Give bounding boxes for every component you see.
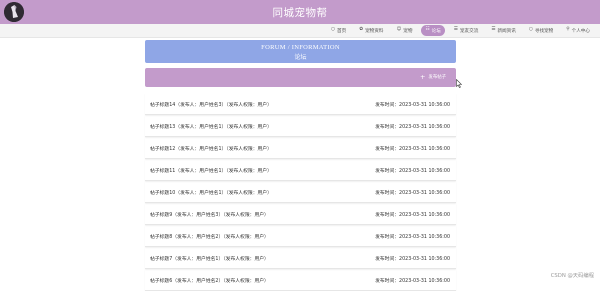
- nav-item-label: 论坛: [431, 28, 441, 34]
- nav-list: ○ 首页 ✿ 宠物资料 ☺ 宠物 ☷ 论坛 ☰ 宠友交流 ☰ 新闻资讯 ○ 寻找宠物 ⚲ 个人中心: [327, 25, 594, 36]
- nav-item-label: 宠友交流: [459, 28, 479, 34]
- post-title[interactable]: 帖子标题14（发布人：用户姓名3）（发布人权限：用户）: [150, 101, 272, 108]
- post-time: 发布时间：2023-03-31 10:36:00: [375, 169, 450, 174]
- nav-item-5[interactable]: ☰ 新闻资讯: [487, 25, 520, 36]
- page-title-en: FORUM / INFORMATION: [261, 44, 340, 51]
- page-title-cn: 论坛: [294, 55, 307, 61]
- post-time: 发布时间：2023-03-31 10:36:00: [375, 103, 450, 108]
- post-list: 帖子标题14（发布人：用户姓名3）（发布人权限：用户） 发布时间：2023-03-…: [145, 93, 456, 291]
- post-title[interactable]: 帖子标题10（发布人：用户姓名1）（发布人权限：用户）: [150, 189, 272, 196]
- post-row[interactable]: 帖子标题12（发布人：用户姓名1）（发布人权限：用户） 发布时间：2023-03-…: [145, 137, 456, 159]
- site-header: 同城宠物帮: [0, 0, 600, 24]
- post-row[interactable]: 帖子标题9（发布人：用户姓名3）（发布人权限：用户） 发布时间：2023-03-3…: [145, 203, 456, 225]
- nav-item-label: 首页: [337, 28, 347, 34]
- nav-item-label: 宠物: [403, 28, 413, 34]
- home-icon: ○: [331, 27, 336, 33]
- nav-item-4[interactable]: ☰ 宠友交流: [450, 25, 483, 36]
- plus-icon: +: [419, 73, 426, 81]
- nav-item-7[interactable]: ⚲ 个人中心: [562, 25, 594, 36]
- page-title-banner: FORUM / INFORMATION 论坛: [145, 40, 456, 63]
- post-time: 发布时间：2023-03-31 10:36:00: [375, 213, 450, 218]
- post-title[interactable]: 帖子标题8（发布人：用户姓名2）（发布人权限：用户）: [150, 233, 269, 240]
- post-row[interactable]: 帖子标题14（发布人：用户姓名3）（发布人权限：用户） 发布时间：2023-03-…: [145, 93, 456, 115]
- post-title[interactable]: 帖子标题12（发布人：用户姓名1）（发布人权限：用户）: [150, 145, 272, 152]
- search-icon: ○: [528, 27, 533, 33]
- post-title[interactable]: 帖子标题13（发布人：用户姓名1）（发布人权限：用户）: [150, 123, 272, 130]
- post-time: 发布时间：2023-03-31 10:36:00: [375, 235, 450, 240]
- nav-item-label: 新闻资讯: [497, 28, 516, 34]
- post-row[interactable]: 帖子标题13（发布人：用户姓名1）（发布人权限：用户） 发布时间：2023-03-…: [145, 115, 456, 137]
- nav-item-label: 宠物资料: [365, 28, 384, 34]
- post-time: 发布时间：2023-03-31 10:36:00: [375, 279, 450, 284]
- pet-icon: ☺: [396, 27, 402, 33]
- new-post-label: 发布帖子: [428, 75, 446, 80]
- news-icon: ☰: [491, 27, 496, 33]
- post-title[interactable]: 帖子标题11（发布人：用户姓名1）（发布人权限：用户）: [150, 167, 272, 174]
- post-title[interactable]: 帖子标题9（发布人：用户姓名3）（发布人权限：用户）: [150, 211, 269, 218]
- site-title: 同城宠物帮: [272, 7, 328, 19]
- nav-item-1[interactable]: ✿ 宠物资料: [355, 25, 387, 36]
- post-time: 发布时间：2023-03-31 10:36:00: [375, 191, 450, 196]
- post-title[interactable]: 帖子标题7（发布人：用户姓名1）（发布人权限：用户）: [150, 255, 269, 262]
- post-row[interactable]: 帖子标题11（发布人：用户姓名1）（发布人权限：用户） 发布时间：2023-03-…: [145, 159, 456, 181]
- nav-item-0[interactable]: ○ 首页: [327, 25, 350, 36]
- chat-icon: ☰: [453, 27, 458, 33]
- nav-item-2[interactable]: ☺ 宠物: [392, 25, 416, 36]
- forum-icon: ☷: [425, 27, 430, 33]
- nav-item-3[interactable]: ☷ 论坛: [421, 25, 445, 36]
- post-time: 发布时间：2023-03-31 10:36:00: [375, 257, 450, 262]
- post-time: 发布时间：2023-03-31 10:36:00: [375, 125, 450, 130]
- post-row[interactable]: 帖子标题10（发布人：用户姓名1）（发布人权限：用户） 发布时间：2023-03-…: [145, 181, 456, 203]
- mouse-cursor-icon: [456, 79, 462, 88]
- post-title[interactable]: 帖子标题6（发布人：用户姓名2）（发布人权限：用户）: [150, 277, 269, 284]
- post-row[interactable]: 帖子标题8（发布人：用户姓名2）（发布人权限：用户） 发布时间：2023-03-3…: [145, 225, 456, 247]
- user-icon: ⚲: [566, 27, 570, 33]
- nav-item-label: 个人中心: [571, 28, 590, 34]
- forum-toolbar: + 发布帖子: [145, 68, 456, 87]
- post-row[interactable]: 帖子标题6（发布人：用户姓名2）（发布人权限：用户） 发布时间：2023-03-3…: [145, 269, 456, 291]
- nav-item-label: 寻找宠物: [534, 28, 554, 34]
- post-time: 发布时间：2023-03-31 10:36:00: [375, 147, 450, 152]
- post-row[interactable]: 帖子标题7（发布人：用户姓名1）（发布人权限：用户） 发布时间：2023-03-3…: [145, 247, 456, 269]
- new-post-button[interactable]: + 发布帖子: [419, 73, 446, 81]
- watermark: CSDN @天码编程: [550, 273, 594, 279]
- main-nav: ○ 首页 ✿ 宠物资料 ☺ 宠物 ☷ 论坛 ☰ 宠友交流 ☰ 新闻资讯 ○ 寻找宠物 ⚲ 个人中心: [0, 24, 600, 38]
- nav-item-6[interactable]: ○ 寻找宠物: [525, 25, 557, 36]
- paw-icon: ✿: [359, 27, 364, 33]
